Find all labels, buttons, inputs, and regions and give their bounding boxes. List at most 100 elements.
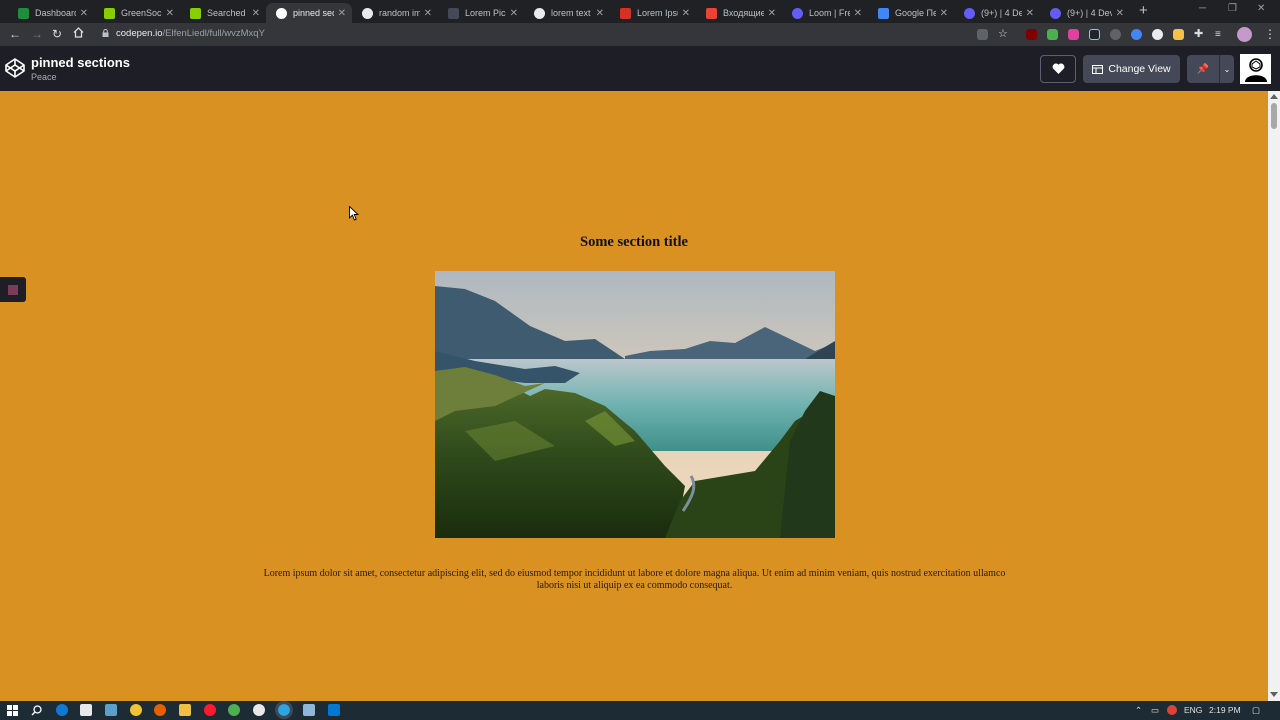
search-icon[interactable] <box>31 705 42 716</box>
side-panel-toggle[interactable] <box>0 277 26 302</box>
lock-icon[interactable] <box>102 29 109 37</box>
minimize-window-button[interactable]: ─ <box>1199 3 1206 14</box>
tab-label: Dashboard <box>35 8 76 18</box>
reading-list-icon[interactable]: ≡ <box>1215 29 1226 40</box>
home-button[interactable] <box>73 27 84 41</box>
chrome-tray-icon[interactable] <box>1167 705 1177 715</box>
browser-tab[interactable]: Google Переводчик ✕ <box>868 3 954 23</box>
pin-menu-button[interactable]: ⌄ <box>1219 55 1234 83</box>
close-tab-icon[interactable]: ✕ <box>682 8 690 19</box>
telegram-icon[interactable] <box>275 701 293 719</box>
tab-label: Google Переводчик <box>895 8 936 18</box>
url-path: /ElfenLiedl/full/wvzMxqY <box>162 28 265 39</box>
browser-tab[interactable]: Dashboard ✕ <box>8 3 94 23</box>
browser-toolbar: ← → ↻ codepen.io/ElfenLiedl/full/wvzMxqY… <box>0 23 1280 46</box>
ublock-extension-icon[interactable] <box>1026 29 1037 40</box>
settings-extension-icon[interactable] <box>1110 29 1121 40</box>
loom-icon <box>964 7 975 19</box>
close-tab-icon[interactable]: ✕ <box>854 8 862 19</box>
browser-tab[interactable]: Lorem Picsum ✕ <box>438 3 524 23</box>
edge-icon[interactable] <box>56 704 68 716</box>
windows-start-icon[interactable] <box>7 705 18 716</box>
mountain-lake-photo <box>435 271 835 538</box>
browser-tab[interactable]: Loom | Free ✕ <box>782 3 868 23</box>
new-tab-button[interactable]: + <box>1139 3 1148 19</box>
show-hidden-icons-icon[interactable]: ⌃ <box>1135 705 1142 716</box>
app-icon[interactable] <box>130 704 142 716</box>
clock[interactable]: 2:19 PM <box>1209 705 1241 715</box>
change-view-button[interactable]: Change View <box>1083 55 1180 83</box>
tab-label: (9+) | 4 Dev <box>1067 8 1112 18</box>
tab-label: pinned sections <box>293 8 334 18</box>
close-tab-icon[interactable]: ✕ <box>338 8 346 19</box>
tab-label: random image <box>379 8 420 18</box>
user-avatar[interactable] <box>1240 54 1271 84</box>
tab-label: Loom | Free <box>809 8 850 18</box>
scroll-down-arrow-icon[interactable] <box>1270 692 1278 697</box>
bookmark-star-icon[interactable]: ☆ <box>998 29 1009 40</box>
close-tab-icon[interactable]: ✕ <box>596 8 604 19</box>
scrollbar-thumb[interactable] <box>1271 103 1277 129</box>
back-button[interactable]: ← <box>9 27 21 41</box>
opera-icon[interactable] <box>204 704 216 716</box>
loom-icon <box>1050 7 1061 19</box>
chrome-icon[interactable] <box>228 704 240 716</box>
pen-author[interactable]: Peace <box>31 72 57 82</box>
close-tab-icon[interactable]: ✕ <box>1116 8 1124 19</box>
close-tab-icon[interactable]: ✕ <box>510 8 518 19</box>
photos-icon[interactable] <box>105 704 117 716</box>
search-extension-icon[interactable] <box>1152 29 1163 40</box>
pin-icon: 📌 <box>1196 63 1210 75</box>
like-button[interactable] <box>1040 55 1076 83</box>
browser-tab[interactable]: Searched ✕ <box>180 3 266 23</box>
browser-tab[interactable]: random image ✕ <box>352 3 438 23</box>
scroll-up-arrow-icon[interactable] <box>1270 94 1278 99</box>
vscode-icon[interactable] <box>328 704 340 716</box>
colorpick-extension-icon[interactable] <box>1068 29 1079 40</box>
network-icon[interactable]: ▭ <box>1151 705 1159 716</box>
color-wheel-extension-icon[interactable] <box>1131 29 1142 40</box>
layout-icon <box>1092 64 1104 74</box>
forward-button[interactable]: → <box>31 27 43 41</box>
keyboard-language[interactable]: ENG <box>1184 705 1202 715</box>
picsum-icon <box>448 7 459 19</box>
close-tab-icon[interactable]: ✕ <box>768 8 776 19</box>
lipsum-icon <box>620 7 631 19</box>
translate-page-icon[interactable] <box>977 29 988 40</box>
extensions-puzzle-icon[interactable]: ✚ <box>1194 29 1205 40</box>
firefox-icon[interactable] <box>154 704 166 716</box>
codepen-logo-icon[interactable] <box>5 58 25 78</box>
notepad-icon[interactable] <box>303 704 315 716</box>
browser-tab[interactable]: lorem text ✕ <box>524 3 610 23</box>
download-extension-icon[interactable] <box>1047 29 1058 40</box>
close-tab-icon[interactable]: ✕ <box>940 8 948 19</box>
greensock-icon <box>104 7 115 19</box>
pin-button[interactable]: 📌 <box>1187 55 1219 83</box>
browser-tab[interactable]: (9+) | 4 Dev ✕ <box>954 3 1040 23</box>
reload-button[interactable]: ↻ <box>52 27 62 41</box>
close-window-button[interactable]: ✕ <box>1257 3 1265 14</box>
notifications-icon[interactable]: ▢ <box>1252 705 1260 716</box>
close-tab-icon[interactable]: ✕ <box>424 8 432 19</box>
chrome-canary-icon[interactable] <box>253 704 265 716</box>
notes-extension-icon[interactable] <box>1173 29 1184 40</box>
browser-tab[interactable]: Lorem Ipsum ✕ <box>610 3 696 23</box>
close-tab-icon[interactable]: ✕ <box>1026 8 1034 19</box>
close-tab-icon[interactable]: ✕ <box>166 8 174 19</box>
browser-menu-icon[interactable]: ⋮ <box>1264 27 1276 41</box>
react-devtools-extension-icon[interactable] <box>1089 29 1100 40</box>
profile-avatar[interactable] <box>1237 27 1252 42</box>
address-bar-url[interactable]: codepen.io/ElfenLiedl/full/wvzMxqY <box>116 28 265 39</box>
store-icon[interactable] <box>80 704 92 716</box>
browser-tab[interactable]: (9+) | 4 Dev ✕ <box>1040 3 1130 23</box>
browser-tab[interactable]: Входящие ✕ <box>696 3 782 23</box>
close-tab-icon[interactable]: ✕ <box>252 8 260 19</box>
browser-tab[interactable]: GreenSock ✕ <box>94 3 180 23</box>
translate-icon <box>878 7 889 19</box>
page-scrollbar[interactable] <box>1268 91 1280 701</box>
restore-window-button[interactable]: ❐ <box>1228 3 1237 14</box>
mouse-cursor-icon <box>349 206 359 221</box>
file-explorer-icon[interactable] <box>179 704 191 716</box>
close-tab-icon[interactable]: ✕ <box>80 8 88 19</box>
browser-tab-active[interactable]: pinned sections ✕ <box>266 3 352 23</box>
